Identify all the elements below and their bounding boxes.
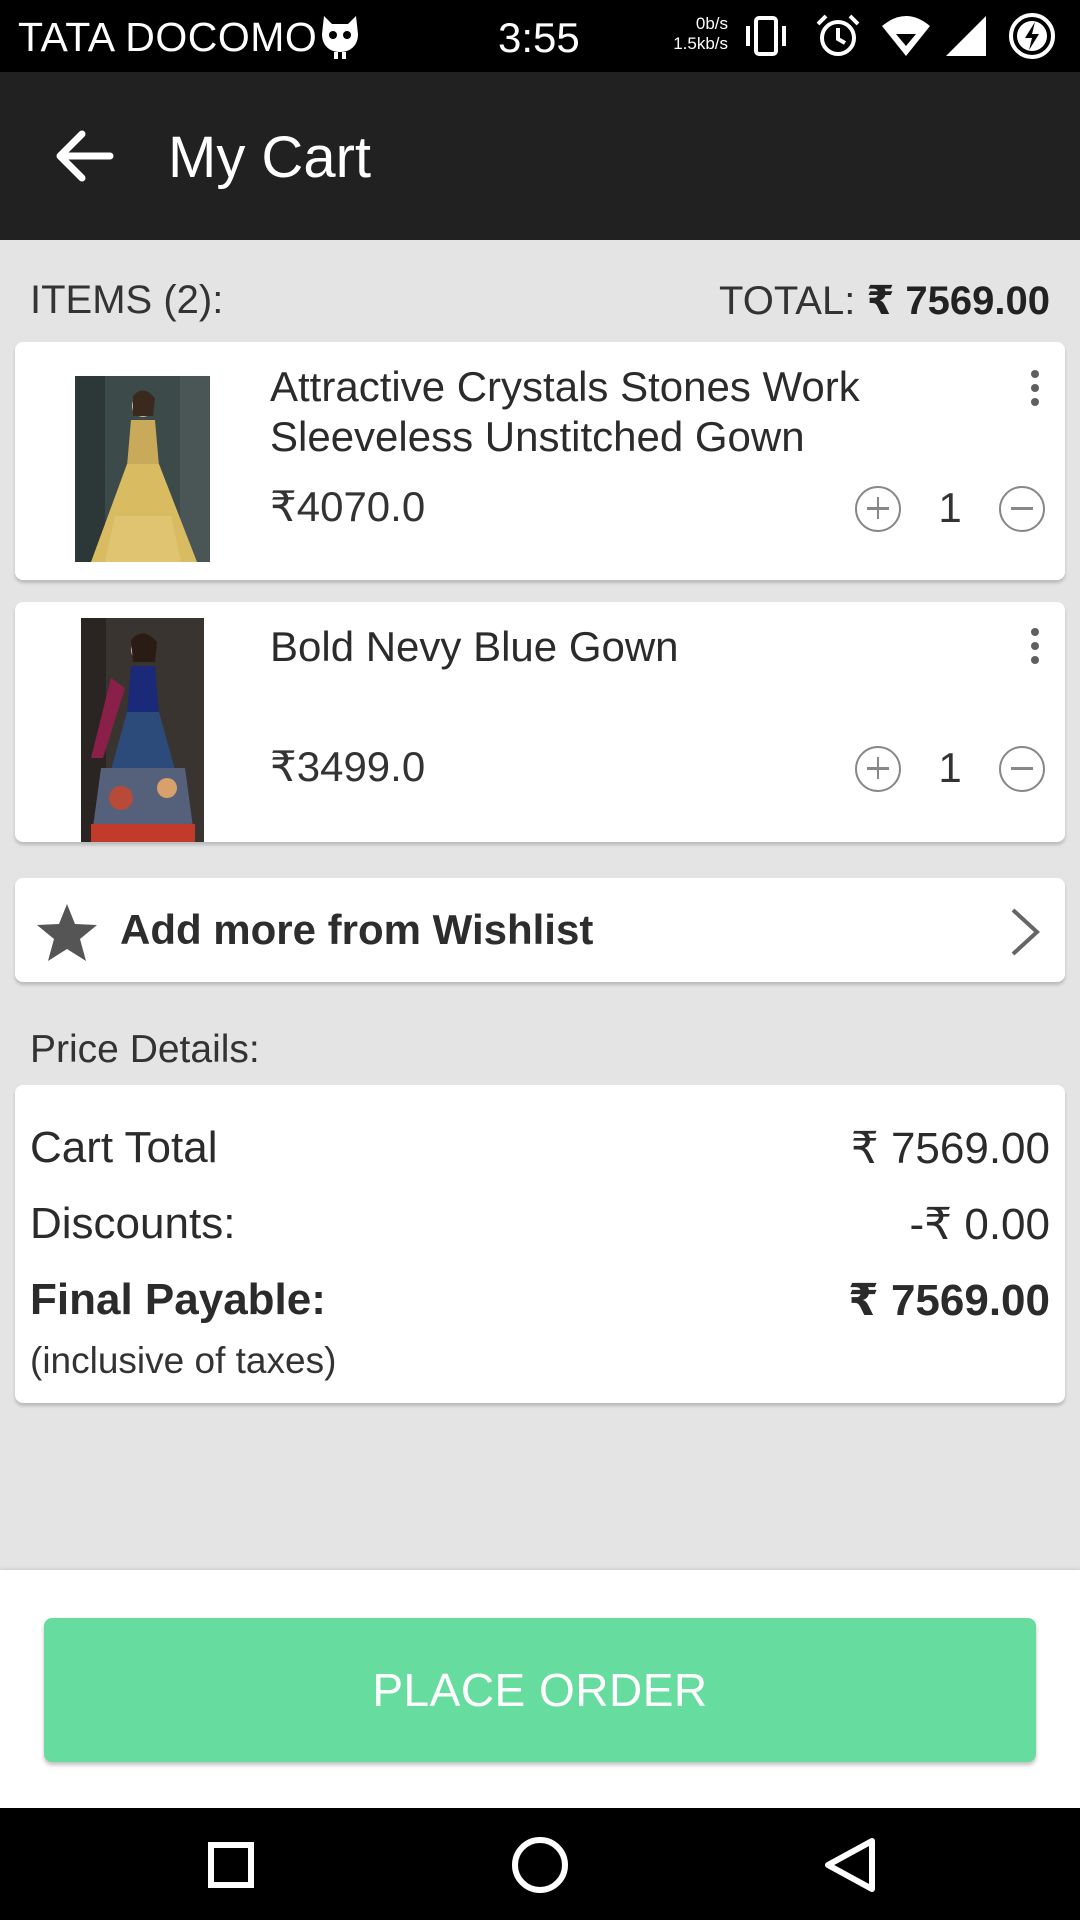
net-up-speed: 1.5kb/s [673,34,728,53]
wishlist-label: Add more from Wishlist [120,906,594,953]
dot-icon [1031,642,1039,650]
total-value: ₹ 7569.00 [866,279,1050,323]
dot-icon [1031,370,1039,378]
back-nav-button[interactable] [815,1830,885,1900]
tax-note: (inclusive of taxes) [30,1340,337,1381]
price-details-card: Cart Total ₹ 7569.00 Discounts: -₹ 0.00 … [15,1085,1065,1403]
alarm-icon [816,14,860,56]
cart-total-summary: TOTAL: ₹ 7569.00 [719,278,1050,324]
discounts-label: Discounts: [30,1199,236,1248]
increase-quantity-button[interactable] [855,746,901,792]
recents-button[interactable] [196,1830,266,1900]
more-options-button[interactable] [1015,358,1055,418]
dot-icon [1031,656,1039,664]
decrease-quantity-button[interactable] [999,746,1045,792]
vibrate-icon [746,16,786,56]
cart-item[interactable]: Attractive Crystals Stones Work Sleevele… [15,342,1065,580]
dot-icon [1031,384,1039,392]
increase-quantity-button[interactable] [855,486,901,532]
carrier-name: TATA DOCOMO [18,14,318,60]
product-image[interactable] [81,618,204,842]
final-payable-value: ₹ 7569.00 [848,1276,1050,1325]
product-name[interactable]: Bold Nevy Blue Gown [270,622,970,672]
total-prefix: TOTAL: [719,279,867,323]
discounts-value: -₹ 0.00 [909,1200,1050,1249]
add-from-wishlist-button[interactable]: Add more from Wishlist [15,878,1065,982]
chevron-right-icon [1011,908,1040,956]
cart-total-value: ₹ 7569.00 [850,1124,1050,1173]
wifi-icon [882,16,930,56]
network-speed: 0b/s 1.5kb/s [662,14,728,54]
decrease-quantity-button[interactable] [999,486,1045,532]
back-button[interactable] [36,108,132,204]
place-order-button[interactable]: PLACE ORDER [44,1618,1036,1762]
product-price: ₹4070.0 [270,483,426,530]
signal-icon [946,16,986,56]
product-price: ₹3499.0 [270,743,426,790]
quantity-stepper: 1 [855,480,1045,536]
system-nav-bar [0,1808,1080,1920]
more-options-button[interactable] [1015,616,1055,676]
cart-total-row: Cart Total ₹ 7569.00 [30,1123,1050,1173]
page-title: My Cart [168,125,371,190]
discounts-row: Discounts: -₹ 0.00 [30,1199,1050,1249]
final-payable-row: Final Payable: ₹ 7569.00 [30,1275,1050,1325]
back-triangle-icon [825,1838,875,1892]
quantity-value: 1 [938,744,962,791]
items-count: ITEMS (2): [30,278,224,322]
dot-icon [1031,628,1039,636]
status-bar: TATA DOCOMO 3:55 0b/s 1.5kb/s [0,0,1080,72]
home-button[interactable] [505,1830,575,1900]
arrow-left-icon [56,130,114,182]
quantity-value: 1 [938,484,962,531]
cart-total-label: Cart Total [30,1123,218,1172]
product-name[interactable]: Attractive Crystals Stones Work Sleevele… [270,362,970,462]
quantity-stepper: 1 [855,740,1045,796]
cart-item[interactable]: Bold Nevy Blue Gown ₹3499.0 1 [15,602,1065,842]
dot-icon [1031,398,1039,406]
price-details-heading: Price Details: [30,1028,260,1071]
app-bar: My Cart [0,72,1080,240]
battery-charging-icon [1009,13,1055,59]
product-image[interactable] [75,376,210,562]
cat-icon [322,16,358,59]
final-payable-label: Final Payable: [30,1275,326,1324]
home-circle-icon [512,1837,568,1893]
net-down-speed: 0b/s [695,14,728,33]
recents-square-icon [208,1842,254,1888]
clock-time: 3:55 [498,14,580,61]
star-icon [37,904,97,961]
footer-bar: PLACE ORDER [0,1570,1080,1808]
